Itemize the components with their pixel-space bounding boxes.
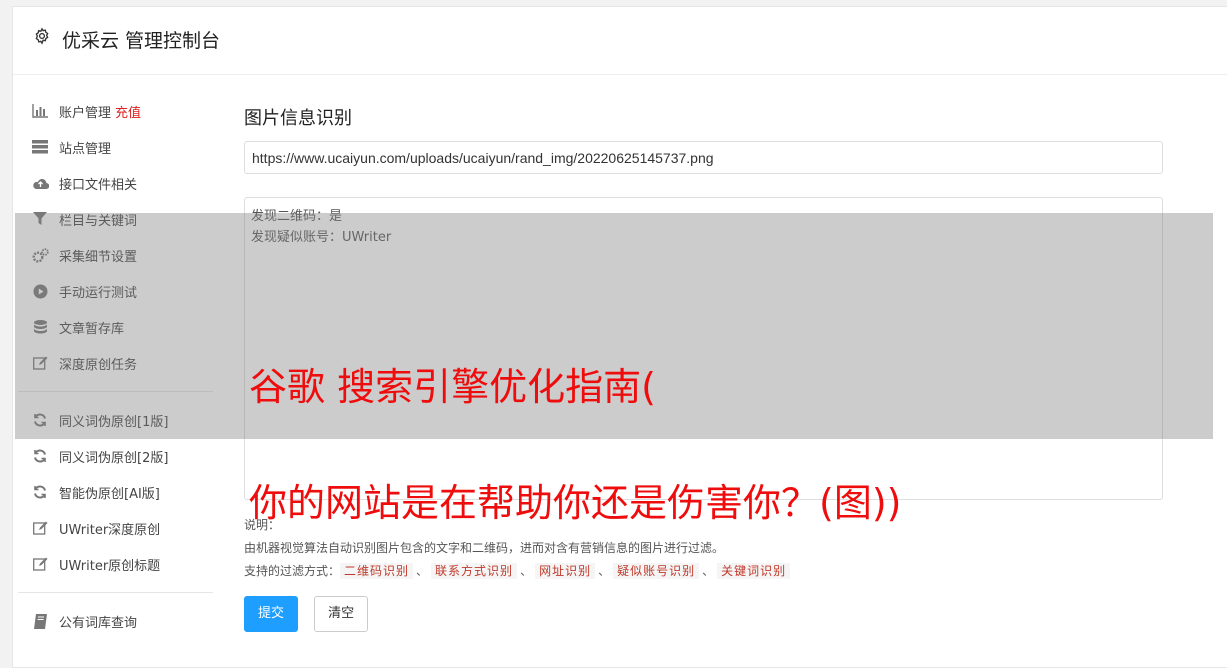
recharge-link[interactable]: 充值 <box>115 102 141 121</box>
sidebar-item-ai-rewrite[interactable]: 智能伪原创[AI版] <box>18 474 213 510</box>
sidebar-divider <box>18 592 213 593</box>
image-url-input[interactable] <box>244 141 1163 174</box>
sidebar-item-sites[interactable]: 站点管理 <box>18 129 213 165</box>
sidebar-item-label: 账户管理 <box>59 105 112 121</box>
server-icon <box>31 139 49 155</box>
action-buttons: 提交 清空 <box>244 596 379 632</box>
filter-tag-url: 网址识别 <box>535 563 596 579</box>
filter-tag-contact: 联系方式识别 <box>431 563 518 579</box>
edit-icon <box>31 520 49 536</box>
sidebar-item-uwriter-title[interactable]: UWriter原创标题 <box>18 546 213 582</box>
sidebar-item-label: 接口文件相关 <box>59 177 138 193</box>
submit-button[interactable]: 提交 <box>244 596 299 632</box>
filter-tag-qrcode: 二维码识别 <box>340 563 414 579</box>
edit-icon <box>31 556 49 572</box>
filter-tag-keyword: 关键词识别 <box>717 563 791 579</box>
sidebar-item-label: 公有词库查询 <box>59 615 138 631</box>
filter-separator: 、 <box>702 564 715 578</box>
page-title: 优采云 管理控制台 <box>62 30 221 52</box>
sidebar-item-account[interactable]: 账户管理 充值 <box>18 93 213 129</box>
gear-icon <box>35 27 49 45</box>
page-header: 优采云 管理控制台 <box>13 7 1227 75</box>
filter-separator: 、 <box>598 564 611 578</box>
bar-chart-icon <box>31 103 49 119</box>
watermark-text: 谷歌 搜索引擎优化指南( <box>249 365 656 409</box>
sidebar-item-label: 站点管理 <box>59 141 112 157</box>
refresh-icon <box>31 484 49 500</box>
filter-separator: 、 <box>520 564 533 578</box>
sidebar-item-public-lexicon[interactable]: 公有词库查询 <box>18 603 213 639</box>
sidebar-item-uwriter-deep[interactable]: UWriter深度原创 <box>18 510 213 546</box>
sidebar-item-label: UWriter原创标题 <box>59 558 161 574</box>
sidebar-item-interface-files[interactable]: 接口文件相关 <box>18 165 213 201</box>
filter-separator: 、 <box>416 564 429 578</box>
filter-prefix: 支持的过滤方式： <box>244 564 341 578</box>
sidebar-item-synonym-v2[interactable]: 同义词伪原创[2版] <box>18 438 213 474</box>
main-content: 图片信息识别 发现二维码：是 发现疑似账号：UWriter 说明： 由机器视觉算… <box>244 104 1164 632</box>
sidebar-item-label: 智能伪原创[AI版] <box>59 486 160 502</box>
clear-button[interactable]: 清空 <box>314 596 369 632</box>
watermark-text: 你的网站是在帮助你还是伤害你？(图)) <box>249 481 902 525</box>
cloud-upload-icon <box>31 175 49 191</box>
refresh-icon <box>31 448 49 464</box>
section-heading: 图片信息识别 <box>244 108 352 129</box>
sidebar-item-label: 同义词伪原创[2版] <box>59 450 169 466</box>
filter-methods: 支持的过滤方式： 二维码识别、联系方式识别、网址识别、疑似账号识别、关键词识别 <box>244 560 791 583</box>
notes-description: 由机器视觉算法自动识别图片包含的文字和二维码，进而对含有营销信息的图片进行过滤。 <box>244 541 725 555</box>
sidebar-item-label: UWriter深度原创 <box>59 522 161 538</box>
book-icon <box>31 613 49 629</box>
filter-tag-account: 疑似账号识别 <box>613 563 700 579</box>
